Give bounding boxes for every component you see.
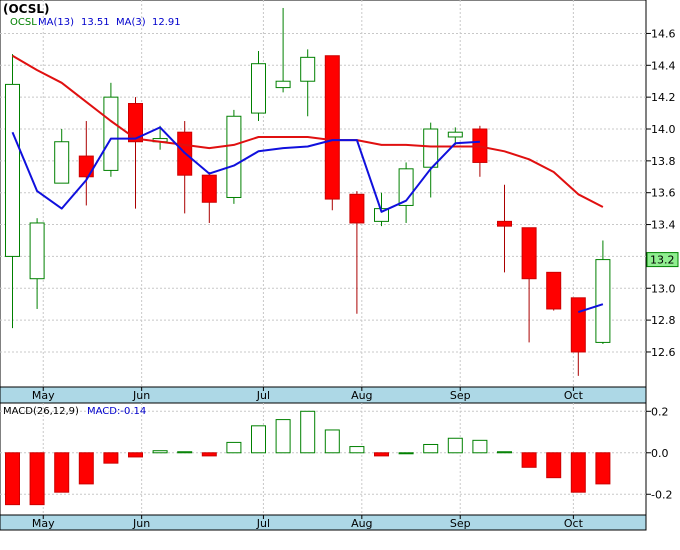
macd-bar xyxy=(349,446,365,454)
main-y-tick-label: 12.6 xyxy=(651,346,676,359)
main-month-label: Aug xyxy=(351,389,372,402)
main-legend-item: 13.51 xyxy=(81,17,110,28)
main-month-label: Sep xyxy=(450,389,471,402)
macd-legend: MACD(26,12,9) MACD:-0.14 xyxy=(3,406,146,417)
candle-body xyxy=(349,193,365,224)
main-y-tick-label: 13.8 xyxy=(651,155,676,168)
main-legend-item: MA(13) xyxy=(38,17,74,28)
macd-bar xyxy=(54,452,70,493)
main-month-label: Oct xyxy=(564,389,584,402)
macd-bar xyxy=(374,452,389,457)
macd-bar xyxy=(5,452,20,506)
candle-body xyxy=(570,297,586,353)
candle-body xyxy=(595,259,611,343)
macd-month-label: Jun xyxy=(132,517,150,530)
macd-y-tick-label: 0.2 xyxy=(651,405,669,418)
main-legend-item: MA(3) xyxy=(116,17,146,28)
candle-body xyxy=(226,115,242,198)
macd-legend-item: MACD(26,12,9) xyxy=(3,406,79,417)
macd-month-label: Sep xyxy=(450,517,471,530)
macd-legend-item: MACD:-0.14 xyxy=(87,406,146,417)
macd-bar xyxy=(497,451,512,454)
macd-bar xyxy=(275,419,291,454)
macd-bar xyxy=(177,451,193,454)
macd-bar xyxy=(324,429,340,454)
macd-month-label: Jul xyxy=(256,517,270,530)
main-y-tick-label: 12.8 xyxy=(651,314,676,327)
candle-body xyxy=(29,222,45,280)
macd-bar xyxy=(201,452,217,457)
candle-body xyxy=(54,141,70,184)
candle-body xyxy=(447,131,463,138)
macd-bar xyxy=(398,452,414,455)
macd-y-tick-label: -0.2 xyxy=(651,488,672,501)
main-legend-item: OCSL xyxy=(10,17,37,28)
macd-bar xyxy=(472,439,488,454)
chart-title: (OCSL) xyxy=(3,2,50,16)
candle-body xyxy=(300,56,316,82)
macd-bar xyxy=(546,452,562,479)
macd-bar xyxy=(570,452,586,493)
macd-bar xyxy=(595,452,611,485)
candle-body xyxy=(5,83,20,257)
main-y-tick-label: 13.0 xyxy=(651,282,676,295)
candle-body xyxy=(251,63,266,114)
main-plot-area xyxy=(0,0,647,388)
candle-body xyxy=(497,220,512,227)
macd-bar xyxy=(78,452,94,485)
candle-body xyxy=(324,55,340,200)
macd-bar xyxy=(423,443,439,454)
macd-bar xyxy=(300,410,316,454)
chart-svg: 12.6 12.8 13.0 13.2 13.4 13.6 13.8 14.0 14.2 14.4… xyxy=(0,0,679,531)
macd-bar xyxy=(251,425,266,454)
last-price-tag: 13.2 xyxy=(646,252,679,268)
macd-xaxis-band xyxy=(0,514,647,531)
macd-bar xyxy=(29,452,45,506)
candle-body xyxy=(546,271,562,310)
main-y-tick-label: 14.6 xyxy=(651,27,676,40)
macd-month-label: Aug xyxy=(351,517,372,530)
macd-bar xyxy=(521,452,537,468)
main-y-tick-label: 14.0 xyxy=(651,123,676,136)
candle-body xyxy=(521,227,537,280)
main-y-tick-label: 14.2 xyxy=(651,91,676,104)
main-legend-item: 12.91 xyxy=(152,17,181,28)
main-month-label: Jul xyxy=(256,389,270,402)
main-y-tick-label: 13.6 xyxy=(651,187,676,200)
macd-bar xyxy=(226,441,242,454)
macd-bar xyxy=(447,437,463,454)
macd-bar xyxy=(152,450,168,454)
main-month-label: Jun xyxy=(132,389,150,402)
candle-body xyxy=(103,96,119,171)
candle-body xyxy=(275,80,291,89)
candle-body xyxy=(423,128,439,168)
main-month-label: May xyxy=(32,389,55,402)
main-y-tick-label: 13.4 xyxy=(651,219,676,232)
macd-y-ticks: -0.2 0.0 0.2 xyxy=(646,405,672,501)
macd-y-tick-label: 0.0 xyxy=(651,447,669,460)
candle-body xyxy=(201,174,217,203)
main-y-ticks: 12.6 12.8 13.0 13.2 13.4 13.6 13.8 14.0 14.2 14.4… xyxy=(646,27,676,359)
macd-bar xyxy=(103,452,119,464)
main-xaxis-band xyxy=(0,386,647,404)
main-y-tick-label: 14.4 xyxy=(651,59,676,72)
macd-month-label: Oct xyxy=(564,517,584,530)
macd-bar xyxy=(128,452,143,458)
macd-month-label: May xyxy=(32,517,55,530)
chart-stage: 12.6 12.8 13.0 13.2 13.4 13.6 13.8 14.0 14.2 14.4… xyxy=(0,0,680,546)
price-tag-label: 13.2 xyxy=(650,254,675,267)
